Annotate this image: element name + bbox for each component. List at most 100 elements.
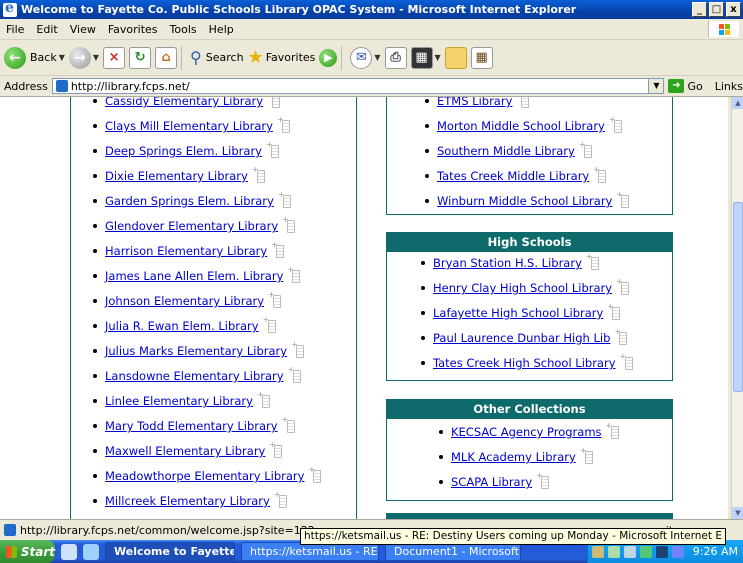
- library-link[interactable]: Garden Springs Elem. Library: [105, 194, 274, 208]
- catalog-book-icon[interactable]: [267, 97, 281, 108]
- catalog-book-icon[interactable]: [616, 190, 630, 208]
- chevron-down-icon[interactable]: ▼: [435, 53, 441, 62]
- update-icon[interactable]: [640, 545, 652, 558]
- library-link[interactable]: Harrison Elementary Library: [105, 244, 267, 258]
- security-icon[interactable]: [656, 545, 668, 558]
- library-link[interactable]: Glendover Elementary Library: [105, 219, 278, 233]
- refresh-button[interactable]: ↻: [129, 46, 152, 69]
- stop-button[interactable]: ×: [103, 46, 126, 69]
- library-link[interactable]: Bryan Station H.S. Library: [433, 256, 582, 270]
- library-link[interactable]: SCAPA Library: [451, 475, 532, 489]
- menu-favorites[interactable]: Favorites: [102, 23, 164, 36]
- catalog-book-icon[interactable]: [274, 490, 288, 508]
- catalog-book-icon[interactable]: [606, 421, 620, 439]
- library-link[interactable]: Julius Marks Elementary Library: [105, 344, 287, 358]
- scroll-up-arrow[interactable]: ▲: [732, 97, 743, 109]
- library-link[interactable]: ETMS Library: [437, 97, 512, 108]
- catalog-book-icon[interactable]: [287, 265, 301, 283]
- library-link[interactable]: Henry Clay High School Library: [433, 281, 612, 295]
- menu-tools[interactable]: Tools: [164, 23, 203, 36]
- catalog-book-icon[interactable]: [607, 302, 621, 320]
- search-button[interactable]: ⚲ Search: [190, 48, 244, 67]
- favorites-button[interactable]: ★ Favorites: [248, 47, 316, 68]
- catalog-book-icon[interactable]: [291, 340, 305, 358]
- catalog-book-icon[interactable]: [609, 115, 623, 133]
- catalog-book-icon[interactable]: [257, 390, 271, 408]
- catalog-book-icon[interactable]: [263, 315, 277, 333]
- ie-quicklaunch-icon[interactable]: [61, 543, 77, 560]
- library-link[interactable]: Tates Creek High School Library: [433, 356, 616, 370]
- library-link[interactable]: Meadowthorpe Elementary Library: [105, 469, 304, 483]
- catalog-book-icon[interactable]: [579, 140, 593, 158]
- library-link[interactable]: Linlee Elementary Library: [105, 394, 253, 408]
- menu-view[interactable]: View: [64, 23, 102, 36]
- vertical-scrollbar[interactable]: ▲ ▼: [731, 97, 743, 519]
- library-link[interactable]: Tates Creek Middle Library: [437, 169, 589, 183]
- catalog-book-icon[interactable]: [266, 140, 280, 158]
- start-button[interactable]: Start: [0, 540, 55, 563]
- catalog-book-icon[interactable]: [277, 115, 291, 133]
- volume-icon[interactable]: [608, 545, 620, 558]
- forward-button[interactable]: → ▼: [68, 46, 99, 69]
- tray-app-icon[interactable]: [624, 545, 636, 558]
- edit-button[interactable]: ▦ ▼: [410, 46, 441, 69]
- links-button[interactable]: Links: [715, 80, 743, 93]
- catalog-book-icon[interactable]: [288, 365, 302, 383]
- taskbar-item-ie[interactable]: Welcome to Fayette ...: [105, 542, 235, 561]
- chevron-down-icon[interactable]: ▼: [59, 53, 65, 62]
- library-link[interactable]: Clays Mill Elementary Library: [105, 119, 273, 133]
- library-link[interactable]: Mary Todd Elementary Library: [105, 419, 278, 433]
- back-button[interactable]: ← Back ▼: [4, 46, 65, 69]
- library-link[interactable]: Paul Laurence Dunbar High Lib: [433, 331, 610, 345]
- media-button[interactable]: ▶: [319, 48, 338, 67]
- catalog-book-icon[interactable]: [269, 440, 283, 458]
- library-link[interactable]: Southern Middle Library: [437, 144, 575, 158]
- catalog-book-icon[interactable]: [271, 240, 285, 258]
- catalog-book-icon[interactable]: [593, 165, 607, 183]
- menu-help[interactable]: Help: [203, 23, 240, 36]
- library-link[interactable]: Lafayette High School Library: [433, 306, 603, 320]
- print-button[interactable]: ⎙: [384, 46, 407, 69]
- library-link[interactable]: James Lane Allen Elem. Library: [105, 269, 283, 283]
- address-input[interactable]: [70, 80, 649, 92]
- library-link[interactable]: Winburn Middle School Library: [437, 194, 612, 208]
- catalog-book-icon[interactable]: [282, 415, 296, 433]
- catalog-book-icon[interactable]: [620, 352, 634, 370]
- library-link[interactable]: Julia R. Ewan Elem. Library: [105, 319, 259, 333]
- catalog-book-icon[interactable]: [614, 327, 628, 345]
- catalog-book-icon[interactable]: [308, 465, 322, 483]
- catalog-book-icon[interactable]: [282, 215, 296, 233]
- library-link[interactable]: MLK Academy Library: [451, 450, 576, 464]
- catalog-book-icon[interactable]: [536, 471, 550, 489]
- catalog-book-icon[interactable]: [580, 446, 594, 464]
- network-icon[interactable]: [592, 545, 604, 558]
- scroll-down-arrow[interactable]: ▼: [732, 507, 743, 519]
- catalog-book-icon[interactable]: [586, 252, 600, 270]
- library-link[interactable]: Dixie Elementary Library: [105, 169, 248, 183]
- address-dropdown[interactable]: ▼: [648, 79, 664, 93]
- scroll-thumb[interactable]: [733, 202, 743, 392]
- library-link[interactable]: Lansdowne Elementary Library: [105, 369, 284, 383]
- menu-edit[interactable]: Edit: [30, 23, 63, 36]
- mail-button[interactable]: ✉ ▼: [350, 46, 381, 69]
- chevron-down-icon[interactable]: ▼: [374, 53, 380, 62]
- research-button[interactable]: ▦: [470, 46, 493, 69]
- menu-file[interactable]: File: [0, 23, 30, 36]
- library-link[interactable]: KECSAC Agency Programs: [451, 425, 602, 439]
- catalog-book-icon[interactable]: [252, 165, 266, 183]
- library-link[interactable]: Morton Middle School Library: [437, 119, 605, 133]
- maximize-button[interactable]: □: [709, 2, 724, 17]
- library-link[interactable]: Cassidy Elementary Library: [105, 97, 263, 108]
- catalog-book-icon[interactable]: [268, 290, 282, 308]
- go-button[interactable]: ➜ Go: [668, 79, 703, 93]
- library-link[interactable]: Maxwell Elementary Library: [105, 444, 265, 458]
- catalog-book-icon[interactable]: [516, 97, 530, 108]
- library-link[interactable]: Deep Springs Elem. Library: [105, 144, 262, 158]
- library-link[interactable]: Johnson Elementary Library: [105, 294, 264, 308]
- catalog-book-icon[interactable]: [278, 190, 292, 208]
- folder-button[interactable]: [444, 46, 467, 69]
- close-button[interactable]: x: [726, 2, 741, 17]
- window-title-bar[interactable]: Welcome to Fayette Co. Public Schools Li…: [0, 0, 743, 19]
- chevron-down-icon[interactable]: ▼: [93, 53, 99, 62]
- antivirus-icon[interactable]: [672, 545, 684, 558]
